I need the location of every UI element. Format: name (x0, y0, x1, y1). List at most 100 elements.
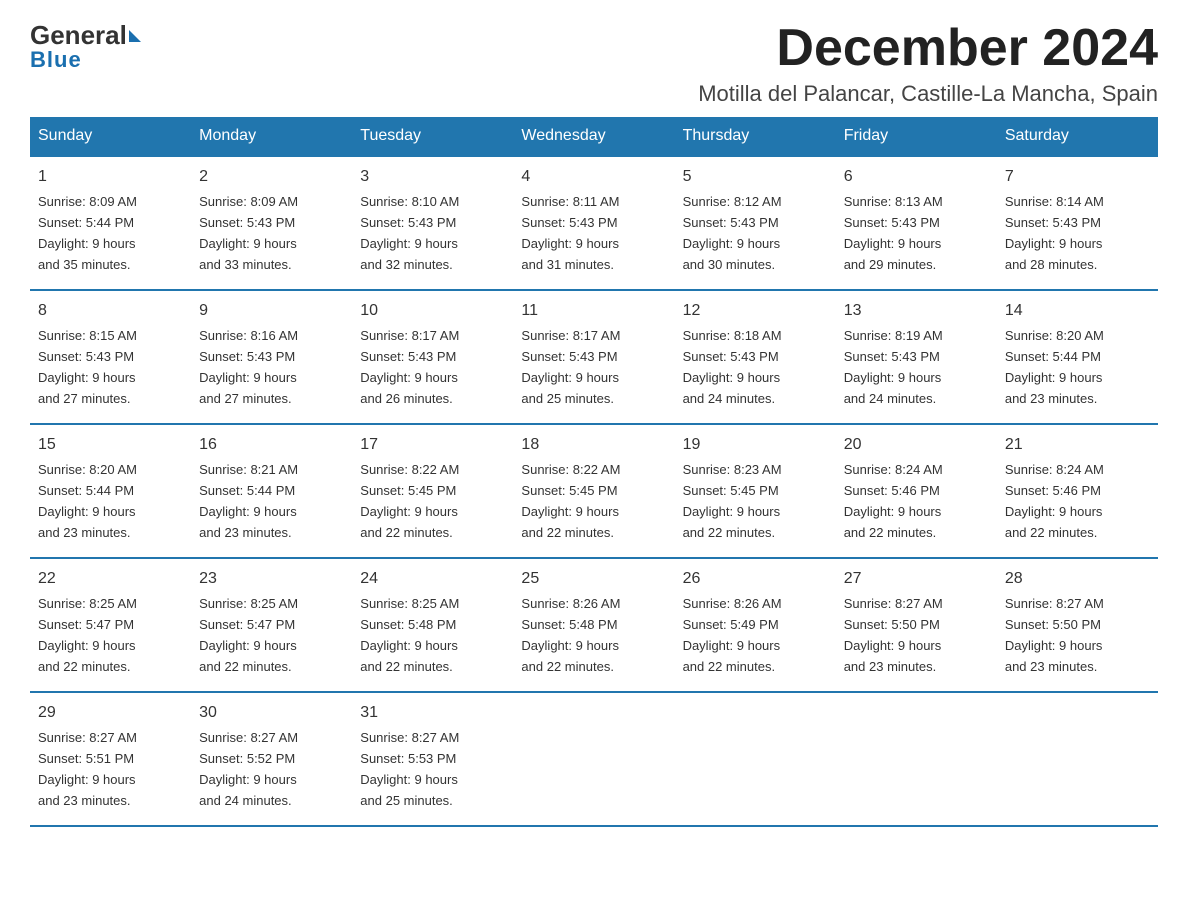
day-number: 5 (683, 165, 828, 189)
day-number: 20 (844, 433, 989, 457)
day-info: Sunrise: 8:24 AM Sunset: 5:46 PM Dayligh… (844, 462, 943, 540)
calendar-cell: 24 Sunrise: 8:25 AM Sunset: 5:48 PM Dayl… (352, 558, 513, 692)
day-number: 31 (360, 701, 505, 725)
calendar-cell: 15 Sunrise: 8:20 AM Sunset: 5:44 PM Dayl… (30, 424, 191, 558)
day-number: 7 (1005, 165, 1150, 189)
page-header: General Blue December 2024 Motilla del P… (30, 20, 1158, 107)
calendar-week-row: 15 Sunrise: 8:20 AM Sunset: 5:44 PM Dayl… (30, 424, 1158, 558)
day-info: Sunrise: 8:10 AM Sunset: 5:43 PM Dayligh… (360, 194, 459, 272)
day-number: 22 (38, 567, 183, 591)
calendar-cell: 25 Sunrise: 8:26 AM Sunset: 5:48 PM Dayl… (513, 558, 674, 692)
day-number: 26 (683, 567, 828, 591)
day-info: Sunrise: 8:19 AM Sunset: 5:43 PM Dayligh… (844, 328, 943, 406)
calendar-cell: 21 Sunrise: 8:24 AM Sunset: 5:46 PM Dayl… (997, 424, 1158, 558)
logo: General Blue (30, 20, 141, 73)
day-number: 24 (360, 567, 505, 591)
calendar-cell: 7 Sunrise: 8:14 AM Sunset: 5:43 PM Dayli… (997, 156, 1158, 290)
day-info: Sunrise: 8:15 AM Sunset: 5:43 PM Dayligh… (38, 328, 137, 406)
calendar-cell: 23 Sunrise: 8:25 AM Sunset: 5:47 PM Dayl… (191, 558, 352, 692)
day-info: Sunrise: 8:22 AM Sunset: 5:45 PM Dayligh… (521, 462, 620, 540)
calendar-cell: 9 Sunrise: 8:16 AM Sunset: 5:43 PM Dayli… (191, 290, 352, 424)
calendar-week-row: 1 Sunrise: 8:09 AM Sunset: 5:44 PM Dayli… (30, 156, 1158, 290)
calendar-cell (836, 692, 997, 826)
day-info: Sunrise: 8:20 AM Sunset: 5:44 PM Dayligh… (1005, 328, 1104, 406)
calendar-cell: 16 Sunrise: 8:21 AM Sunset: 5:44 PM Dayl… (191, 424, 352, 558)
day-number: 2 (199, 165, 344, 189)
day-number: 28 (1005, 567, 1150, 591)
day-info: Sunrise: 8:12 AM Sunset: 5:43 PM Dayligh… (683, 194, 782, 272)
day-number: 12 (683, 299, 828, 323)
day-number: 30 (199, 701, 344, 725)
calendar-week-row: 29 Sunrise: 8:27 AM Sunset: 5:51 PM Dayl… (30, 692, 1158, 826)
day-info: Sunrise: 8:27 AM Sunset: 5:53 PM Dayligh… (360, 730, 459, 808)
day-of-week-header: Wednesday (513, 117, 674, 156)
calendar-table: SundayMondayTuesdayWednesdayThursdayFrid… (30, 117, 1158, 827)
day-number: 19 (683, 433, 828, 457)
day-number: 16 (199, 433, 344, 457)
day-of-week-header: Saturday (997, 117, 1158, 156)
day-of-week-header: Friday (836, 117, 997, 156)
day-info: Sunrise: 8:26 AM Sunset: 5:49 PM Dayligh… (683, 596, 782, 674)
day-info: Sunrise: 8:17 AM Sunset: 5:43 PM Dayligh… (360, 328, 459, 406)
calendar-cell: 20 Sunrise: 8:24 AM Sunset: 5:46 PM Dayl… (836, 424, 997, 558)
calendar-cell: 19 Sunrise: 8:23 AM Sunset: 5:45 PM Dayl… (675, 424, 836, 558)
calendar-cell: 17 Sunrise: 8:22 AM Sunset: 5:45 PM Dayl… (352, 424, 513, 558)
day-info: Sunrise: 8:25 AM Sunset: 5:47 PM Dayligh… (199, 596, 298, 674)
calendar-cell: 27 Sunrise: 8:27 AM Sunset: 5:50 PM Dayl… (836, 558, 997, 692)
day-info: Sunrise: 8:16 AM Sunset: 5:43 PM Dayligh… (199, 328, 298, 406)
calendar-cell (997, 692, 1158, 826)
day-info: Sunrise: 8:24 AM Sunset: 5:46 PM Dayligh… (1005, 462, 1104, 540)
calendar-cell: 31 Sunrise: 8:27 AM Sunset: 5:53 PM Dayl… (352, 692, 513, 826)
calendar-cell: 1 Sunrise: 8:09 AM Sunset: 5:44 PM Dayli… (30, 156, 191, 290)
day-info: Sunrise: 8:27 AM Sunset: 5:50 PM Dayligh… (1005, 596, 1104, 674)
day-number: 29 (38, 701, 183, 725)
logo-triangle-icon (129, 30, 141, 42)
day-number: 17 (360, 433, 505, 457)
day-info: Sunrise: 8:23 AM Sunset: 5:45 PM Dayligh… (683, 462, 782, 540)
calendar-cell: 3 Sunrise: 8:10 AM Sunset: 5:43 PM Dayli… (352, 156, 513, 290)
calendar-header-row: SundayMondayTuesdayWednesdayThursdayFrid… (30, 117, 1158, 156)
day-of-week-header: Sunday (30, 117, 191, 156)
day-number: 18 (521, 433, 666, 457)
day-number: 9 (199, 299, 344, 323)
day-number: 13 (844, 299, 989, 323)
day-info: Sunrise: 8:27 AM Sunset: 5:50 PM Dayligh… (844, 596, 943, 674)
calendar-cell: 6 Sunrise: 8:13 AM Sunset: 5:43 PM Dayli… (836, 156, 997, 290)
calendar-cell: 22 Sunrise: 8:25 AM Sunset: 5:47 PM Dayl… (30, 558, 191, 692)
day-of-week-header: Monday (191, 117, 352, 156)
day-info: Sunrise: 8:09 AM Sunset: 5:44 PM Dayligh… (38, 194, 137, 272)
day-number: 21 (1005, 433, 1150, 457)
calendar-cell (513, 692, 674, 826)
day-number: 14 (1005, 299, 1150, 323)
calendar-cell: 8 Sunrise: 8:15 AM Sunset: 5:43 PM Dayli… (30, 290, 191, 424)
logo-blue-text: Blue (30, 47, 82, 73)
day-info: Sunrise: 8:21 AM Sunset: 5:44 PM Dayligh… (199, 462, 298, 540)
calendar-cell: 26 Sunrise: 8:26 AM Sunset: 5:49 PM Dayl… (675, 558, 836, 692)
title-section: December 2024 Motilla del Palancar, Cast… (698, 20, 1158, 107)
calendar-cell: 13 Sunrise: 8:19 AM Sunset: 5:43 PM Dayl… (836, 290, 997, 424)
day-number: 10 (360, 299, 505, 323)
day-number: 27 (844, 567, 989, 591)
day-number: 8 (38, 299, 183, 323)
day-info: Sunrise: 8:25 AM Sunset: 5:47 PM Dayligh… (38, 596, 137, 674)
calendar-cell: 4 Sunrise: 8:11 AM Sunset: 5:43 PM Dayli… (513, 156, 674, 290)
calendar-cell: 2 Sunrise: 8:09 AM Sunset: 5:43 PM Dayli… (191, 156, 352, 290)
location-subtitle: Motilla del Palancar, Castille-La Mancha… (698, 81, 1158, 107)
day-number: 4 (521, 165, 666, 189)
day-info: Sunrise: 8:11 AM Sunset: 5:43 PM Dayligh… (521, 194, 619, 272)
day-info: Sunrise: 8:18 AM Sunset: 5:43 PM Dayligh… (683, 328, 782, 406)
calendar-cell: 29 Sunrise: 8:27 AM Sunset: 5:51 PM Dayl… (30, 692, 191, 826)
day-number: 23 (199, 567, 344, 591)
day-number: 11 (521, 299, 666, 323)
calendar-cell: 10 Sunrise: 8:17 AM Sunset: 5:43 PM Dayl… (352, 290, 513, 424)
calendar-week-row: 22 Sunrise: 8:25 AM Sunset: 5:47 PM Dayl… (30, 558, 1158, 692)
day-info: Sunrise: 8:17 AM Sunset: 5:43 PM Dayligh… (521, 328, 620, 406)
day-number: 25 (521, 567, 666, 591)
day-number: 15 (38, 433, 183, 457)
day-info: Sunrise: 8:27 AM Sunset: 5:51 PM Dayligh… (38, 730, 137, 808)
day-number: 3 (360, 165, 505, 189)
calendar-cell: 14 Sunrise: 8:20 AM Sunset: 5:44 PM Dayl… (997, 290, 1158, 424)
day-info: Sunrise: 8:14 AM Sunset: 5:43 PM Dayligh… (1005, 194, 1104, 272)
month-title: December 2024 (698, 20, 1158, 77)
calendar-cell (675, 692, 836, 826)
